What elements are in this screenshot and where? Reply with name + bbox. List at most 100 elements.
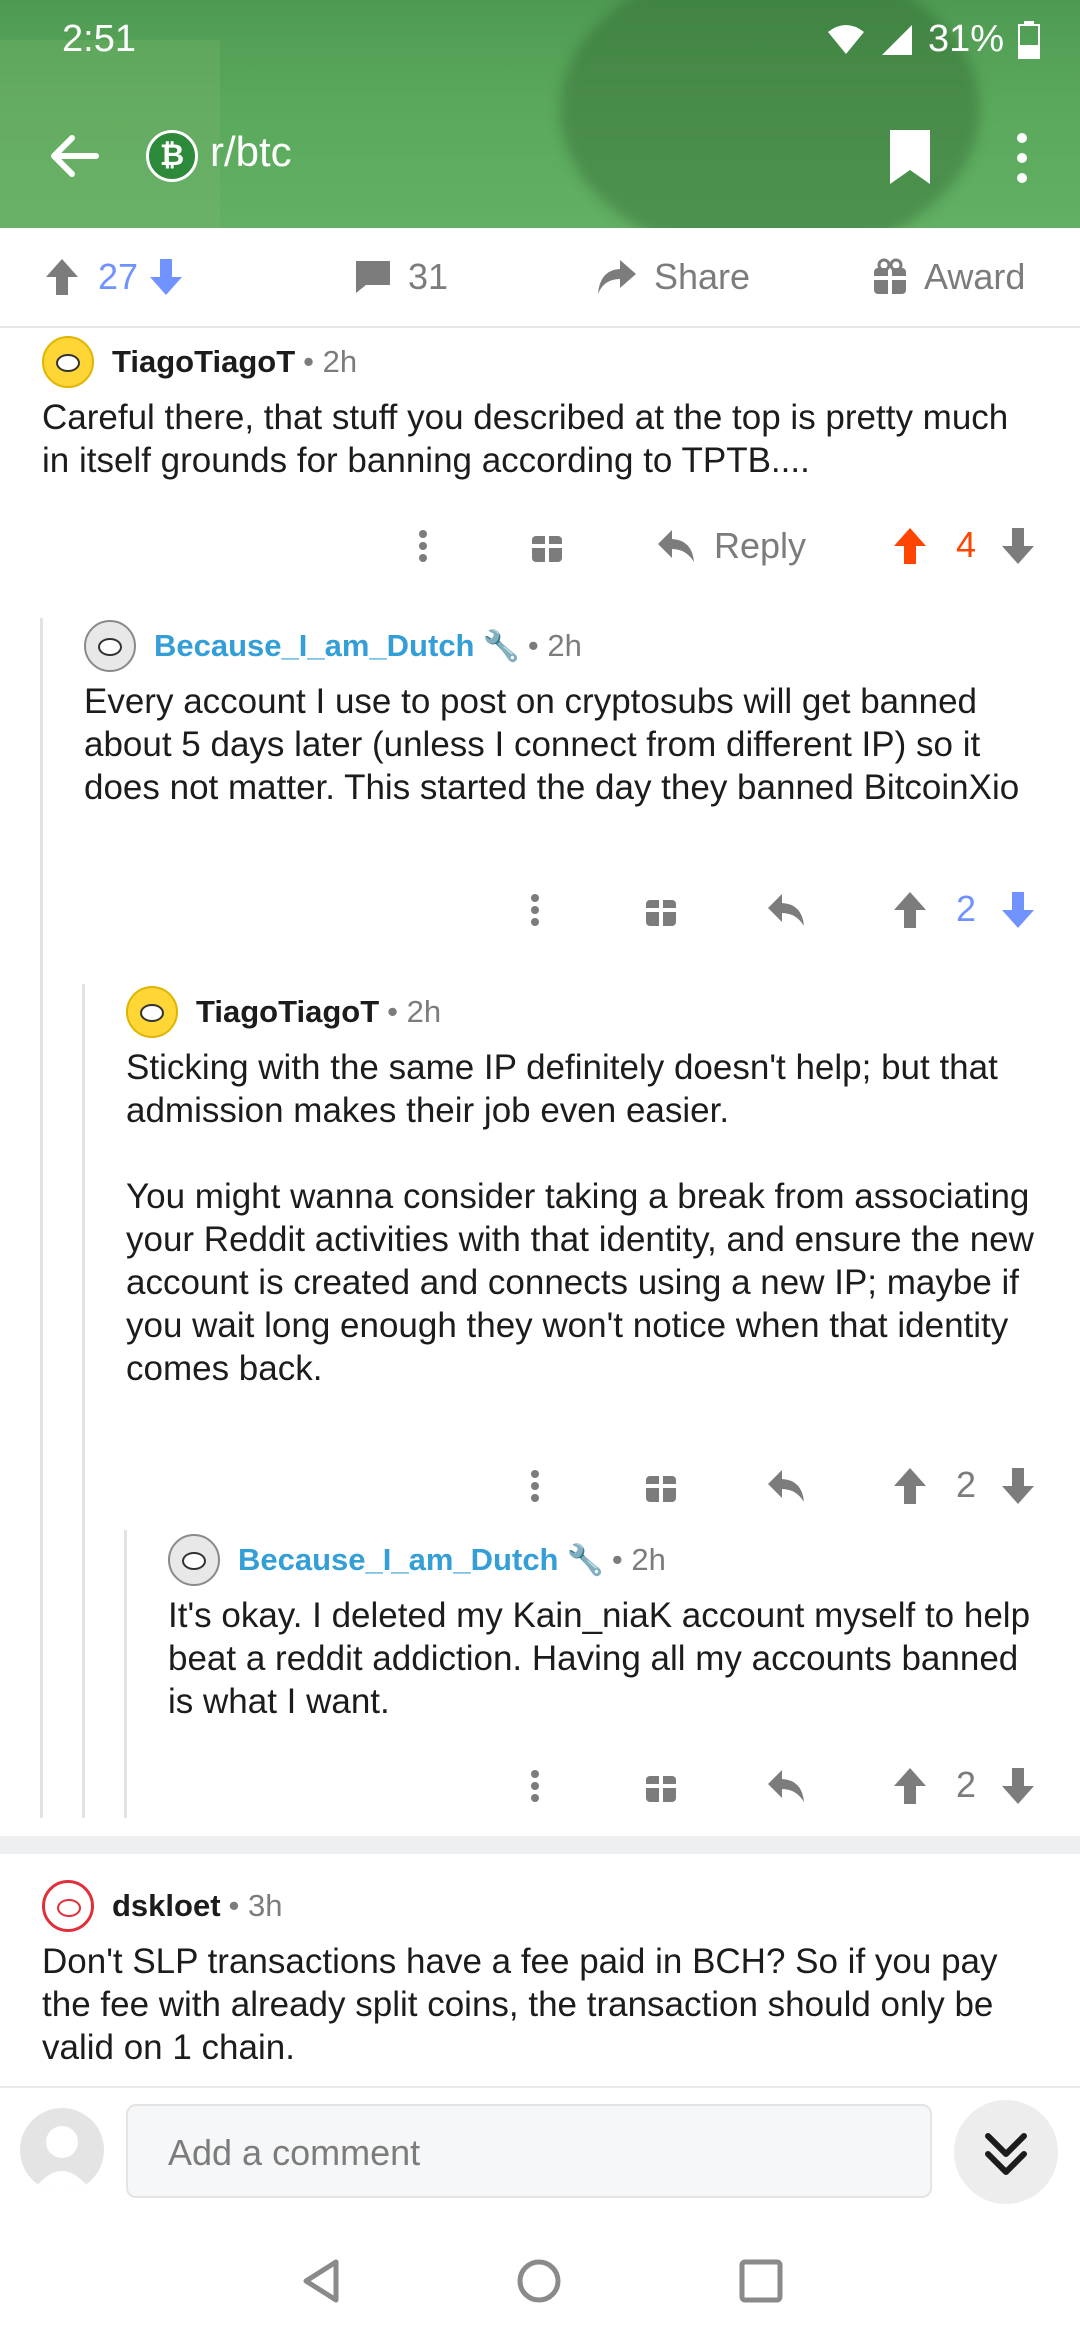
add-comment-input[interactable]: Add a comment <box>126 2104 932 2198</box>
comment-header: Because_I_am_Dutch 🔧 • 2h <box>84 618 582 674</box>
back-arrow-icon[interactable] <box>44 126 104 186</box>
overflow-menu-icon[interactable] <box>1010 128 1034 188</box>
downvote-icon[interactable] <box>1000 1758 1036 1814</box>
thread-line[interactable] <box>40 618 43 1818</box>
double-chevron-down-icon <box>985 2133 1027 2175</box>
more-options-icon[interactable] <box>528 1458 542 1514</box>
upvote-icon[interactable] <box>44 257 80 297</box>
battery-icon <box>1018 20 1040 59</box>
post-action-bar: 27 31 Share Award <box>0 228 1080 328</box>
comment-actions: 2 <box>84 882 1044 938</box>
nav-back-icon[interactable] <box>296 2256 346 2306</box>
comment-paragraph: It's okay. I deleted my Kain_niaK accoun… <box>168 1596 1031 1721</box>
comment-time: 2h <box>547 628 582 663</box>
mod-wrench-icon: 🔧 <box>566 1543 604 1577</box>
thread-line[interactable] <box>124 1530 127 1818</box>
avatar[interactable] <box>168 1534 220 1586</box>
thread-separator <box>0 1836 1080 1854</box>
comment-time: 3h <box>248 1888 283 1923</box>
comment-header: TiagoTiagoT • 2h <box>42 334 357 390</box>
comment-paragraph: Sticking with the same IP definitely doe… <box>126 1048 998 1130</box>
user-avatar[interactable] <box>20 2108 104 2192</box>
wifi-icon <box>827 24 864 54</box>
comment-meta: • 2h <box>303 344 358 379</box>
comment-time: 2h <box>406 994 442 1029</box>
upvote-icon[interactable] <box>892 882 928 938</box>
upvote-icon[interactable] <box>892 1458 928 1514</box>
user-silhouette-icon <box>32 2126 92 2192</box>
comment: Because_I_am_Dutch 🔧 • 2h Every account … <box>84 618 1044 938</box>
reply-icon <box>658 530 694 562</box>
comment-author[interactable]: TiagoTiagoT <box>112 344 295 380</box>
comment-body: Don't SLP transactions have a fee paid i… <box>42 1940 1042 2069</box>
comment-paragraph: You might wanna consider taking a break … <box>126 1177 1034 1388</box>
reply-icon[interactable] <box>766 1458 806 1514</box>
avatar[interactable] <box>126 986 178 1038</box>
gift-icon <box>874 258 906 294</box>
reply-icon[interactable] <box>766 1758 806 1814</box>
comment-meta: • 2h <box>611 1542 666 1577</box>
jump-to-next-button[interactable] <box>954 2100 1058 2204</box>
nav-home-icon[interactable] <box>514 2256 564 2306</box>
comment-time: 2h <box>322 344 358 379</box>
subreddit-name[interactable]: r/btc <box>210 128 292 176</box>
more-options-icon[interactable] <box>528 1758 542 1814</box>
status-bar: 2:51 31% <box>0 18 1080 62</box>
bitcoin-icon[interactable]: ₿ <box>146 130 198 182</box>
battery-percent: 31% <box>927 18 1004 60</box>
nav-recents-icon[interactable] <box>736 2256 786 2306</box>
comments-button[interactable]: 31 <box>354 252 448 302</box>
comment-paragraph: Every account I use to post on cryptosub… <box>84 682 1020 807</box>
comment-body: Sticking with the same IP definitely doe… <box>126 1046 1046 1390</box>
comment-score: 2 <box>956 1764 977 1805</box>
avatar[interactable] <box>84 620 136 672</box>
comment-header: dskloet • 3h <box>42 1878 282 1934</box>
share-button[interactable]: Share <box>596 252 750 302</box>
award-gift-icon[interactable] <box>644 882 678 938</box>
comment-paragraph: Don't SLP transactions have a fee paid i… <box>42 1942 998 2067</box>
comment-actions: 2 <box>126 1458 1046 1514</box>
comment-count: 31 <box>408 256 449 297</box>
comment-paragraph: Careful there, that stuff you described … <box>42 398 1009 480</box>
comment-body: Every account I use to post on cryptosub… <box>84 680 1034 809</box>
award-button[interactable]: Award <box>872 252 1025 302</box>
comment-score: 4 <box>956 524 977 565</box>
reply-button[interactable]: Reply <box>656 518 806 574</box>
comment-actions: Reply 4 <box>42 518 1042 574</box>
downvote-icon[interactable] <box>1000 1458 1036 1514</box>
thread-line[interactable] <box>82 984 85 1818</box>
post-vote-group: 27 <box>44 252 184 302</box>
more-options-icon[interactable] <box>416 518 430 574</box>
award-label: Award <box>924 256 1026 297</box>
award-gift-icon[interactable] <box>644 1458 678 1514</box>
comment-author[interactable]: dskloet <box>112 1888 221 1924</box>
system-nav-bar <box>0 2216 1080 2340</box>
share-label: Share <box>654 256 751 297</box>
post-score: 27 <box>98 256 139 297</box>
comment: TiagoTiagoT • 2h Careful there, that stu… <box>42 334 1042 594</box>
downvote-icon[interactable] <box>1000 518 1036 574</box>
share-icon <box>598 260 636 294</box>
comment-author[interactable]: Because_I_am_Dutch <box>154 628 475 664</box>
downvote-icon[interactable] <box>1000 882 1036 938</box>
reply-icon[interactable] <box>766 882 806 938</box>
comment-author[interactable]: TiagoTiagoT <box>196 994 379 1030</box>
bookmark-icon[interactable] <box>886 126 934 188</box>
avatar[interactable] <box>42 336 94 388</box>
avatar[interactable] <box>42 1880 94 1932</box>
comment: Because_I_am_Dutch 🔧 • 2h It's okay. I d… <box>168 1532 1048 1822</box>
award-gift-icon[interactable] <box>530 518 564 574</box>
upvote-icon[interactable] <box>892 1758 928 1814</box>
downvote-icon[interactable] <box>148 257 184 297</box>
upvote-icon[interactable] <box>892 518 928 574</box>
comment-meta: • 3h <box>228 1888 283 1923</box>
comment-icon <box>356 261 390 293</box>
toolbar: ₿ r/btc <box>0 120 1080 190</box>
comment-score: 2 <box>956 1464 977 1505</box>
award-gift-icon[interactable] <box>644 1758 678 1814</box>
comment-author[interactable]: Because_I_am_Dutch <box>238 1542 559 1578</box>
comment-body: Careful there, that stuff you described … <box>42 396 1022 482</box>
more-options-icon[interactable] <box>528 882 542 938</box>
comment: TiagoTiagoT • 2h Sticking with the same … <box>126 984 1046 1505</box>
comment-header: Because_I_am_Dutch 🔧 • 2h <box>168 1532 666 1588</box>
